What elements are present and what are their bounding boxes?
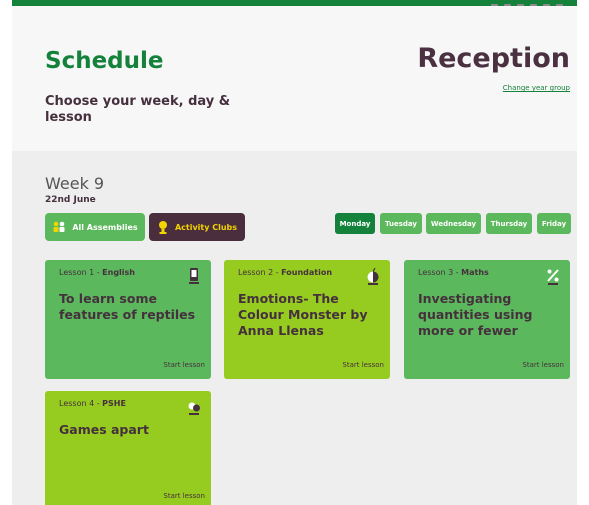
- balls-icon: [188, 402, 200, 415]
- week-label: Week 9: [45, 174, 105, 193]
- assemblies-icon: [53, 221, 65, 232]
- all-assemblies-button[interactable]: All Assemblies: [45, 213, 145, 241]
- start-lesson-link[interactable]: Start lesson: [342, 361, 384, 369]
- activity-clubs-button[interactable]: Activity Clubs: [149, 213, 245, 241]
- bomb-icon: [367, 267, 379, 285]
- lesson-card-2[interactable]: Lesson 2 - Foundation Emotions- The Colo…: [224, 260, 390, 379]
- start-lesson-link[interactable]: Start lesson: [163, 361, 205, 369]
- lesson-card-4[interactable]: Lesson 4 - PSHE Games apart Start lesson: [45, 391, 211, 505]
- lesson-card-1[interactable]: Lesson 1 - English To learn some feature…: [45, 260, 211, 379]
- start-lesson-link[interactable]: Start lesson: [163, 492, 205, 500]
- lesson-heading: Lesson 2 - Foundation: [238, 268, 333, 277]
- page-subtitle: Choose your week, day & lesson: [45, 94, 231, 125]
- start-lesson-link[interactable]: Start lesson: [522, 361, 564, 369]
- phone-icon: [189, 268, 199, 284]
- day-tab-tuesday[interactable]: Tuesday: [380, 213, 422, 234]
- lesson-card-3[interactable]: Lesson 3 - Maths Investigating quantitie…: [404, 260, 570, 379]
- activity-clubs-label: Activity Clubs: [174, 222, 238, 232]
- lesson-title: Investigating quantities using more or f…: [418, 291, 533, 338]
- lesson-heading: Lesson 3 - Maths: [418, 268, 489, 277]
- page-header: Schedule Choose your week, day & lesson …: [12, 6, 577, 151]
- lesson-title: To learn some features of reptiles: [59, 291, 196, 322]
- trophy-icon: [158, 221, 167, 234]
- day-tab-wednesday[interactable]: Wednesday: [426, 213, 481, 234]
- percent-icon: [547, 269, 559, 285]
- all-assemblies-label: All Assemblies: [72, 222, 138, 232]
- day-tab-monday[interactable]: Monday: [335, 213, 375, 234]
- lesson-heading: Lesson 4 - PSHE: [59, 399, 126, 408]
- lesson-title: Games apart: [59, 422, 149, 437]
- change-year-group-link[interactable]: Change year group: [503, 84, 570, 92]
- week-date: 22nd June: [45, 195, 96, 205]
- lesson-heading: Lesson 1 - English: [59, 268, 135, 277]
- lesson-title: Emotions- The Colour Monster by Anna Lle…: [238, 291, 368, 338]
- page-frame: Schedule Choose your week, day & lesson …: [12, 0, 577, 505]
- day-tab-thursday[interactable]: Thursday: [486, 213, 532, 234]
- page-title: Schedule: [45, 48, 164, 74]
- day-tab-friday[interactable]: Friday: [537, 213, 571, 234]
- year-group-title: Reception: [417, 43, 570, 74]
